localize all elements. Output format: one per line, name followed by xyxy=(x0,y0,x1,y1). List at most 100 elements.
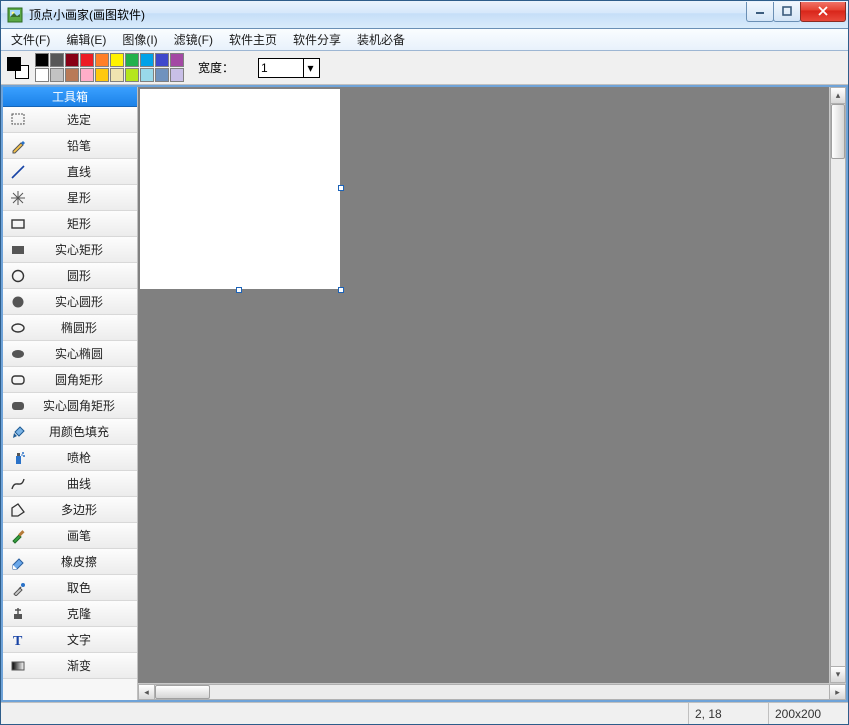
tool-fillcircle[interactable]: 实心圆形 xyxy=(3,289,137,315)
chevron-down-icon[interactable]: ▾ xyxy=(303,59,317,77)
canvas-area[interactable] xyxy=(138,87,829,683)
color-swatch[interactable] xyxy=(155,53,169,67)
scroll-up-button[interactable]: ▴ xyxy=(830,87,846,104)
color-swatch[interactable] xyxy=(125,53,139,67)
menu-share[interactable]: 软件分享 xyxy=(285,29,349,50)
tool-gradient[interactable]: 渐变 xyxy=(3,653,137,679)
tool-ellipse[interactable]: 椭圆形 xyxy=(3,315,137,341)
color-swatch[interactable] xyxy=(95,53,109,67)
tool-label: 矩形 xyxy=(33,215,137,232)
tool-brush[interactable]: 画笔 xyxy=(3,523,137,549)
toolbox-title: 工具箱 xyxy=(3,87,137,107)
color-swatch[interactable] xyxy=(50,68,64,82)
resize-handle-right[interactable] xyxy=(338,185,344,191)
menubar: 文件(F) 编辑(E) 图像(I) 滤镜(F) 软件主页 软件分享 装机必备 xyxy=(1,29,848,51)
color-swatch[interactable] xyxy=(65,53,79,67)
color-swatch[interactable] xyxy=(125,68,139,82)
status-spacer xyxy=(1,703,688,724)
tool-picker[interactable]: 取色 xyxy=(3,575,137,601)
fillcircle-icon xyxy=(3,294,33,310)
color-swatch[interactable] xyxy=(80,53,94,67)
ellipse-icon xyxy=(3,320,33,336)
canvas[interactable] xyxy=(140,89,340,289)
width-select[interactable]: 1 ▾ xyxy=(258,58,320,78)
tool-line[interactable]: 直线 xyxy=(3,159,137,185)
tool-select[interactable]: 选定 xyxy=(3,107,137,133)
tool-fill[interactable]: 用颜色填充 xyxy=(3,419,137,445)
menu-home[interactable]: 软件主页 xyxy=(221,29,285,50)
tool-curve[interactable]: 曲线 xyxy=(3,471,137,497)
menu-edit[interactable]: 编辑(E) xyxy=(58,29,114,50)
tool-rect[interactable]: 矩形 xyxy=(3,211,137,237)
menu-image[interactable]: 图像(I) xyxy=(114,29,165,50)
tool-text[interactable]: T文字 xyxy=(3,627,137,653)
menu-filter[interactable]: 滤镜(F) xyxy=(166,29,221,50)
color-swatch[interactable] xyxy=(95,68,109,82)
circle-icon xyxy=(3,268,33,284)
scroll-right-button[interactable]: ▸ xyxy=(829,684,846,700)
tool-fillrect[interactable]: 实心矩形 xyxy=(3,237,137,263)
close-button[interactable] xyxy=(800,2,846,22)
tool-pencil[interactable]: 铅笔 xyxy=(3,133,137,159)
window-buttons xyxy=(747,2,848,22)
tool-label: 铅笔 xyxy=(33,137,137,154)
scroll-thumb-v[interactable] xyxy=(831,104,845,159)
fg-color[interactable] xyxy=(7,57,21,71)
color-toolbar: 宽度： 1 ▾ xyxy=(1,51,848,85)
fill-icon xyxy=(3,424,33,440)
width-label: 宽度： xyxy=(198,59,234,76)
roundrect-icon xyxy=(3,372,33,388)
color-swatch[interactable] xyxy=(35,53,49,67)
scroll-down-button[interactable]: ▾ xyxy=(830,666,846,683)
color-swatch[interactable] xyxy=(65,68,79,82)
titlebar[interactable]: 顶点小画家(画图软件) xyxy=(1,1,848,29)
fg-bg-swatch[interactable] xyxy=(7,57,29,79)
color-swatch[interactable] xyxy=(50,53,64,67)
tool-polygon[interactable]: 多边形 xyxy=(3,497,137,523)
scroll-track-h[interactable] xyxy=(155,684,829,700)
tool-label: 实心圆角矩形 xyxy=(33,397,137,414)
brush-icon xyxy=(3,528,33,544)
gradient-icon xyxy=(3,658,33,674)
color-swatch[interactable] xyxy=(35,68,49,82)
color-swatch[interactable] xyxy=(155,68,169,82)
color-swatch[interactable] xyxy=(140,68,154,82)
spray-icon xyxy=(3,450,33,466)
tool-spray[interactable]: 喷枪 xyxy=(3,445,137,471)
tool-fillroundrect[interactable]: 实心圆角矩形 xyxy=(3,393,137,419)
star-icon xyxy=(3,190,33,206)
scroll-thumb-h[interactable] xyxy=(155,685,210,699)
color-swatch[interactable] xyxy=(110,53,124,67)
tool-star[interactable]: 星形 xyxy=(3,185,137,211)
status-size: 200x200 xyxy=(768,703,848,724)
app-icon xyxy=(7,7,23,23)
tool-circle[interactable]: 圆形 xyxy=(3,263,137,289)
tool-roundrect[interactable]: 圆角矩形 xyxy=(3,367,137,393)
tool-label: 克隆 xyxy=(33,605,137,622)
resize-handle-bottom-right[interactable] xyxy=(338,287,344,293)
tool-label: 实心椭圆 xyxy=(33,345,137,362)
color-swatch[interactable] xyxy=(140,53,154,67)
tool-label: 曲线 xyxy=(33,475,137,492)
tool-label: 实心矩形 xyxy=(33,241,137,258)
resize-handle-bottom[interactable] xyxy=(236,287,242,293)
minimize-button[interactable] xyxy=(746,2,774,22)
tool-label: 选定 xyxy=(33,111,137,128)
tool-eraser[interactable]: 橡皮擦 xyxy=(3,549,137,575)
vertical-scrollbar[interactable]: ▴ ▾ xyxy=(829,87,846,683)
tool-fillellipse[interactable]: 实心椭圆 xyxy=(3,341,137,367)
scroll-track-v[interactable] xyxy=(830,104,846,666)
line-icon xyxy=(3,164,33,180)
scroll-left-button[interactable]: ◂ xyxy=(138,684,155,700)
tool-clone[interactable]: 克隆 xyxy=(3,601,137,627)
color-swatch[interactable] xyxy=(170,68,184,82)
menu-file[interactable]: 文件(F) xyxy=(3,29,58,50)
color-swatch[interactable] xyxy=(80,68,94,82)
horizontal-scrollbar[interactable]: ◂ ▸ xyxy=(138,683,846,700)
pencil-icon xyxy=(3,138,33,154)
color-swatch[interactable] xyxy=(110,68,124,82)
maximize-button[interactable] xyxy=(773,2,801,22)
menu-install[interactable]: 装机必备 xyxy=(349,29,413,50)
color-swatch[interactable] xyxy=(170,53,184,67)
fillellipse-icon xyxy=(3,346,33,362)
